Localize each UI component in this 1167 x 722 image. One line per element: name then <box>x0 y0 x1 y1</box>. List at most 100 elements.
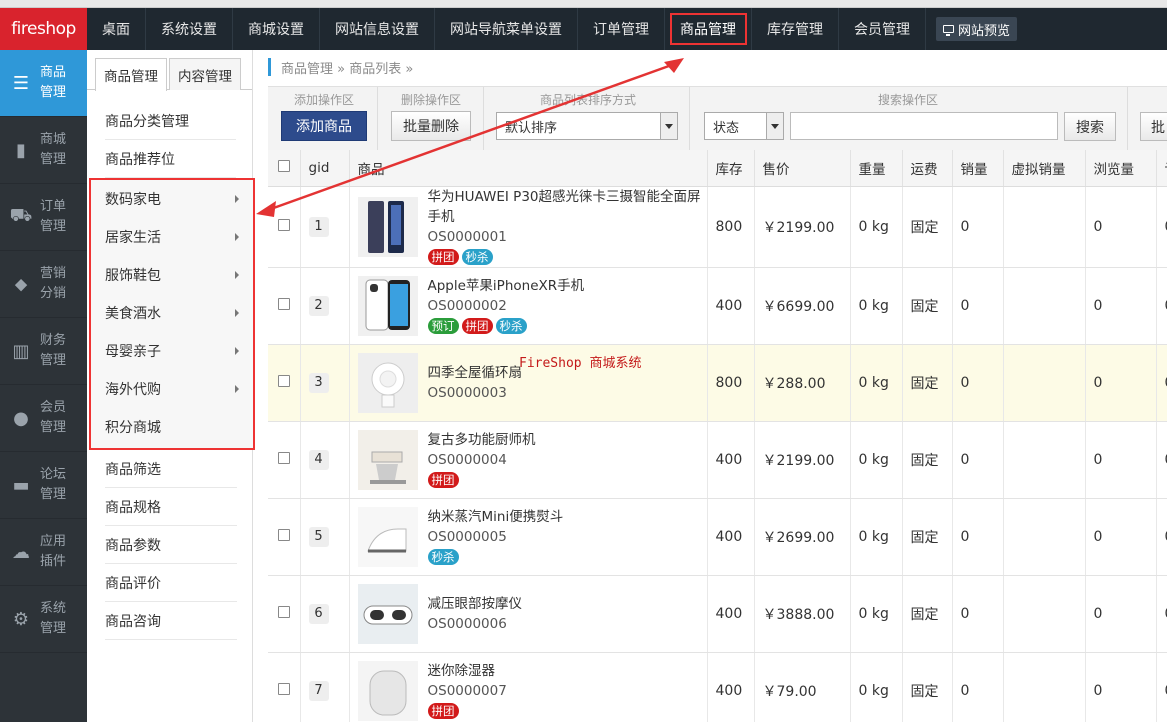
row-checkbox[interactable] <box>278 682 290 695</box>
topnav-item-1[interactable]: 系统设置 <box>146 8 233 50</box>
column-header-sales[interactable]: 销量 <box>952 150 1004 187</box>
goods-tag: 秒杀 <box>461 248 493 265</box>
sidebar-item-bottom-0[interactable]: 商品筛选 <box>105 450 237 488</box>
sub-sidebar-tabs: 商品管理 内容管理 <box>87 50 252 91</box>
column-header-more[interactable]: 讠 <box>1156 150 1167 187</box>
category-item-5[interactable]: 海外代购 <box>91 370 253 408</box>
tab-content-management[interactable]: 内容管理 <box>169 58 241 90</box>
sidebar-item-bottom-1[interactable]: 商品规格 <box>105 488 237 526</box>
sidebar-item-8[interactable]: ⚙ 系统管理 <box>0 586 87 653</box>
stock-cell: 400 <box>707 575 755 653</box>
sidebar-item-5[interactable]: ● 会员管理 <box>0 385 87 452</box>
category-item-2[interactable]: 服饰鞋包 <box>91 256 253 294</box>
column-header-goods[interactable]: 商品 <box>349 150 708 187</box>
sort-select[interactable]: 默认排序 <box>496 112 678 140</box>
table-row[interactable]: 1 华为HUAWEI P30超感光徕卡三摄智能全面屏手机 OS0000001 拼团 秒杀… <box>268 186 1167 268</box>
column-header-gid[interactable]: gid <box>300 150 350 187</box>
row-checkbox[interactable] <box>278 374 290 387</box>
sidebar-item-4[interactable]: ▥ 财务管理 <box>0 318 87 385</box>
table-row[interactable]: 6减压眼部按摩仪OS0000006400￥3888.000 kg固定000 <box>268 575 1167 653</box>
goods-name[interactable]: 华为HUAWEI P30超感光徕卡三摄智能全面屏手机 <box>428 187 707 227</box>
goods-code: OS0000006 <box>427 615 507 632</box>
column-header-price[interactable]: 售价 <box>754 150 851 187</box>
goods-name[interactable]: 减压眼部按摩仪 <box>428 594 523 614</box>
tab-goods-management[interactable]: 商品管理 <box>95 58 167 91</box>
topnav-item-6[interactable]: 商品管理 <box>665 8 752 50</box>
select-all-cell <box>268 150 301 187</box>
row-checkbox[interactable] <box>278 605 290 618</box>
sidebar-item-category-management[interactable]: 商品分类管理 <box>105 102 236 140</box>
select-all-checkbox[interactable] <box>278 159 290 172</box>
goods-name[interactable]: 四季全屋循环扇 <box>428 363 523 383</box>
price-cell: ￥79.00 <box>754 652 851 722</box>
sidebar-item-bottom-2[interactable]: 商品参数 <box>105 526 237 564</box>
batch-delete-button[interactable]: 批量删除 <box>391 111 471 141</box>
freight-cell: 固定 <box>902 267 953 345</box>
row-checkbox[interactable] <box>278 218 290 231</box>
search-input[interactable] <box>790 112 1058 140</box>
table-row[interactable]: 2 Apple苹果iPhoneXR手机 OS0000002 预订 拼团 秒杀 400 ￥669… <box>268 267 1167 345</box>
column-header-views[interactable]: 浏览量 <box>1085 150 1157 187</box>
goods-name[interactable]: 复古多功能厨师机 <box>428 430 536 450</box>
delete-area-title: 删除操作区 <box>401 93 462 107</box>
sidebar-item-label: 商城管理 <box>40 132 67 167</box>
sidebar-item-6[interactable]: ▬ 论坛管理 <box>0 452 87 519</box>
category-item-6[interactable]: 积分商城 <box>91 408 253 446</box>
topnav-item-4[interactable]: 网站导航菜单设置 <box>435 8 578 50</box>
sidebar-item-recommend[interactable]: 商品推荐位 <box>105 140 236 178</box>
sidebar-item-3[interactable]: ⬥ 营销分销 <box>0 251 87 318</box>
logo[interactable]: fireshop <box>0 8 87 50</box>
category-item-1[interactable]: 居家生活 <box>91 218 253 256</box>
category-item-4[interactable]: 母婴亲子 <box>91 332 253 370</box>
fan-thumb[interactable] <box>357 352 418 413</box>
sidebar-item-bottom-3[interactable]: 商品评价 <box>105 564 237 602</box>
row-checkbox[interactable] <box>278 451 290 464</box>
phone-thumb[interactable] <box>357 196 418 257</box>
mixer-thumb[interactable] <box>357 429 418 490</box>
sidebar-item-7[interactable]: ☁ 应用插件 <box>0 519 87 586</box>
status-select[interactable]: 状态 <box>704 112 784 140</box>
add-goods-button[interactable]: 添加商品 <box>281 111 367 141</box>
row-checkbox[interactable] <box>278 528 290 541</box>
column-header-virtual-sales[interactable]: 虚拟销量 <box>1003 150 1086 187</box>
goods-name[interactable]: Apple苹果iPhoneXR手机 <box>428 276 585 296</box>
weight-cell: 0 kg <box>850 575 903 653</box>
topnav-item-7[interactable]: 库存管理 <box>752 8 839 50</box>
table-row[interactable]: 7迷你除湿器OS0000007拼团400￥79.000 kg固定000 <box>268 652 1167 722</box>
search-button[interactable]: 搜索 <box>1064 112 1116 141</box>
gid-cell: 4 <box>300 421 350 499</box>
goods-name[interactable]: 迷你除湿器 <box>428 661 507 681</box>
topnav-item-8[interactable]: 会员管理 <box>839 8 926 50</box>
category-item-3[interactable]: 美食酒水 <box>91 294 253 332</box>
iron-thumb[interactable] <box>357 506 418 567</box>
goods-name[interactable]: 纳米蒸汽Mini便携熨斗 <box>428 507 564 527</box>
eye-massager-thumb[interactable] <box>357 583 418 644</box>
topnav-item-0[interactable]: 桌面 <box>87 8 146 50</box>
column-header-weight[interactable]: 重量 <box>850 150 903 187</box>
column-header-freight[interactable]: 运费 <box>902 150 953 187</box>
search-area: 搜索操作区 状态 搜索 <box>690 87 1128 151</box>
goods-tag: 预订 <box>427 317 459 334</box>
sidebar-item-bottom-4[interactable]: 商品咨询 <box>105 602 237 640</box>
row-checkbox[interactable] <box>278 297 290 310</box>
table-row[interactable]: 3四季全屋循环扇OS0000003800￥288.000 kg固定000 <box>268 344 1167 422</box>
views-cell: 0 <box>1085 186 1157 268</box>
category-item-0[interactable]: 数码家电 <box>91 180 253 218</box>
goods-table: gid 商品 库存 售价 重量 运费 销量 虚拟销量 浏览量 讠 1 华为HUAW… <box>268 150 1167 722</box>
goods-code: OS0000007 <box>427 682 507 699</box>
views-cell: 0 <box>1085 421 1157 499</box>
sidebar-item-1[interactable]: ▮ 商城管理 <box>0 117 87 184</box>
sidebar-item-0[interactable]: ☰ 商品管理 <box>0 50 87 117</box>
table-row[interactable]: 5 纳米蒸汽Mini便携熨斗 OS0000005 秒杀 400 ￥2699.00 0 kg 固… <box>268 498 1167 576</box>
sidebar-item-2[interactable]: ⛟ 订单管理 <box>0 184 87 251</box>
more-batch-button[interactable]: 批 <box>1140 112 1167 141</box>
topnav-item-5[interactable]: 订单管理 <box>578 8 665 50</box>
iphone-thumb[interactable] <box>357 275 418 336</box>
topnav-item-3[interactable]: 网站信息设置 <box>320 8 435 50</box>
table-row[interactable]: 4复古多功能厨师机OS0000004拼团400￥2199.000 kg固定000 <box>268 421 1167 499</box>
dehumidifier-thumb[interactable] <box>357 660 418 721</box>
topnav-item-2[interactable]: 商城设置 <box>233 8 320 50</box>
column-header-stock[interactable]: 库存 <box>707 150 755 187</box>
site-preview-button[interactable]: 网站预览 <box>936 17 1018 41</box>
freight-cell: 固定 <box>902 652 953 722</box>
